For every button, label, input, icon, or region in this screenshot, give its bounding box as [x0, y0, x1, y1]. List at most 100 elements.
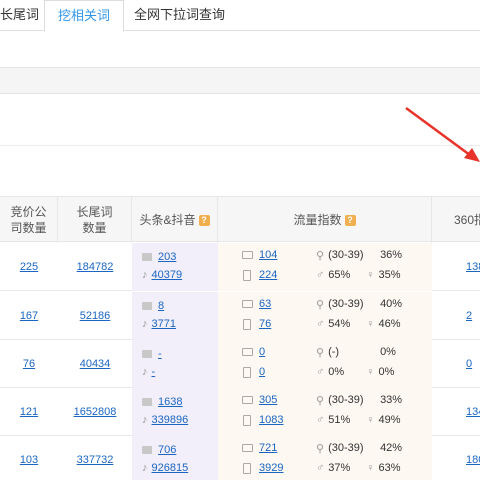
filter-band [0, 67, 480, 94]
s360-link[interactable]: 134 [466, 406, 480, 418]
tab-dropdown-query[interactable]: 全网下拉词查询 [122, 0, 237, 31]
s360-cell: 180 [432, 436, 480, 480]
mobile-flow-link[interactable]: 76 [259, 318, 271, 330]
mobile-flow-link[interactable]: 3929 [259, 462, 283, 474]
flow-index-cell: 63 76 ⚲ (30-39) 40% ♂ 54% ♀ 46% [218, 292, 432, 340]
toutiao-icon [142, 350, 152, 358]
age-percent: 40% [380, 298, 403, 310]
person-icon: ⚲ [316, 249, 325, 262]
toutiao-douyin-cell: 1638 ♪ 339896 [132, 388, 218, 436]
person-icon: ⚲ [316, 346, 325, 359]
age-range: (30-39) [328, 442, 364, 454]
female-percent: 0% [378, 366, 395, 378]
header-360-index: 360指 [454, 213, 480, 227]
pc-flow-link[interactable]: 0 [259, 346, 265, 358]
mobile-icon [243, 318, 251, 330]
bid-count-link[interactable]: 76 [23, 358, 35, 370]
s360-link[interactable]: 180 [466, 454, 480, 466]
douyin-link[interactable]: 40379 [152, 269, 183, 281]
table-row: 225 184782 203 ♪ 40379 104 224 ⚲ (30-39)… [0, 243, 480, 291]
s360-cell: 138 [432, 243, 480, 291]
male-icon: ♂ [316, 414, 325, 426]
header-toutiao-label: 头条&抖音 [139, 213, 196, 227]
bid-count-cell: 167 [0, 292, 58, 340]
pc-flow-link[interactable]: 721 [259, 442, 277, 454]
tab-bar: 长尾词 挖相关词 全网下拉词查询 [0, 0, 480, 32]
flow-index-cell: 305 1083 ⚲ (30-39) 33% ♂ 51% ♀ 49% [218, 388, 432, 436]
female-icon: ♀ [366, 414, 375, 426]
bid-count-cell: 225 [0, 243, 58, 291]
tab-related-words[interactable]: 挖相关词 [44, 0, 124, 32]
table-row: 103 337732 706 ♪ 926815 721 3929 ⚲ (30-3… [0, 436, 480, 480]
male-icon: ♂ [316, 366, 325, 378]
person-icon: ⚲ [316, 298, 325, 311]
bid-count-link[interactable]: 103 [20, 454, 38, 466]
douyin-link[interactable]: 3771 [152, 318, 176, 330]
pc-flow-link[interactable]: 305 [259, 394, 277, 406]
table-header: 竞价公 司数量 长尾词 数量 头条&抖音 ? 流量指数 ? 360指 [0, 196, 480, 243]
header-bid-companies: 竞价公 司数量 [0, 197, 58, 243]
longtail-count-cell: 337732 [58, 436, 132, 480]
s360-link[interactable]: 0 [466, 358, 472, 370]
douyin-icon: ♪ [142, 318, 148, 330]
female-icon: ♀ [366, 269, 375, 281]
s360-link[interactable]: 138 [466, 261, 480, 273]
male-percent: 51% [328, 414, 351, 426]
flow-index-cell: 104 224 ⚲ (30-39) 36% ♂ 65% ♀ 35% [218, 243, 432, 291]
mobile-flow-link[interactable]: 0 [259, 366, 265, 378]
bid-count-link[interactable]: 167 [20, 310, 38, 322]
toutiao-link[interactable]: - [158, 348, 162, 360]
douyin-link[interactable]: 339896 [152, 414, 189, 426]
toutiao-icon [142, 253, 152, 261]
person-icon: ⚲ [316, 442, 325, 455]
flow-index-cell: 0 0 ⚲ (-) 0% ♂ 0% ♀ 0% [218, 340, 432, 388]
header-flow-index: 流量指数 ? [218, 197, 432, 243]
longtail-count-cell: 40434 [58, 340, 132, 388]
douyin-link[interactable]: 926815 [152, 462, 189, 474]
help-icon[interactable]: ? [344, 214, 356, 226]
toutiao-douyin-cell: - ♪ - [132, 340, 218, 388]
mobile-flow-link[interactable]: 224 [259, 269, 277, 281]
bid-count-cell: 121 [0, 388, 58, 436]
s360-link[interactable]: 2 [466, 310, 472, 322]
toutiao-douyin-cell: 706 ♪ 926815 [132, 436, 218, 480]
longtail-count-link[interactable]: 337732 [77, 454, 114, 466]
mobile-flow-link[interactable]: 1083 [259, 414, 283, 426]
toutiao-link[interactable]: 8 [158, 300, 164, 312]
table-row: 121 1652808 1638 ♪ 339896 305 1083 ⚲ (30… [0, 388, 480, 436]
toutiao-link[interactable]: 1638 [158, 396, 182, 408]
douyin-icon: ♪ [142, 414, 148, 426]
longtail-count-cell: 1652808 [58, 388, 132, 436]
douyin-icon: ♪ [142, 462, 148, 474]
longtail-count-link[interactable]: 184782 [77, 261, 114, 273]
toutiao-douyin-cell: 203 ♪ 40379 [132, 243, 218, 291]
pc-flow-link[interactable]: 63 [259, 298, 271, 310]
douyin-link[interactable]: - [152, 366, 156, 378]
toutiao-link[interactable]: 706 [158, 444, 176, 456]
header-toutiao-douyin: 头条&抖音 ? [132, 197, 218, 243]
female-icon: ♀ [366, 462, 375, 474]
bid-count-link[interactable]: 225 [20, 261, 38, 273]
bid-count-cell: 103 [0, 436, 58, 480]
longtail-count-link[interactable]: 1652808 [74, 406, 117, 418]
female-percent: 46% [378, 318, 401, 330]
age-percent: 0% [380, 346, 396, 358]
female-icon: ♀ [366, 318, 375, 330]
mobile-icon [243, 414, 251, 426]
longtail-count-cell: 184782 [58, 243, 132, 291]
longtail-count-link[interactable]: 52186 [80, 310, 111, 322]
douyin-icon: ♪ [142, 269, 148, 281]
longtail-count-cell: 52186 [58, 292, 132, 340]
bid-count-link[interactable]: 121 [20, 406, 38, 418]
male-icon: ♂ [316, 318, 325, 330]
toutiao-icon [142, 446, 152, 454]
bid-count-cell: 76 [0, 340, 58, 388]
mobile-icon [243, 462, 251, 474]
s360-cell: 2 [432, 292, 480, 340]
help-icon[interactable]: ? [198, 214, 210, 226]
toutiao-link[interactable]: 203 [158, 251, 176, 263]
longtail-count-link[interactable]: 40434 [80, 358, 111, 370]
male-percent: 65% [328, 269, 351, 281]
header-longtail-count: 长尾词 数量 [58, 197, 132, 243]
pc-flow-link[interactable]: 104 [259, 249, 277, 261]
